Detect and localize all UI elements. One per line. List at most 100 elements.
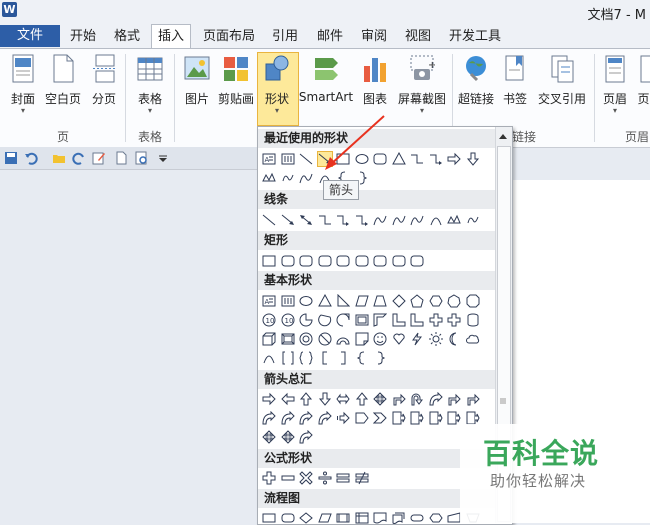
arrowline-shape-icon[interactable]: [316, 151, 333, 167]
cube-shape-icon[interactable]: [262, 332, 276, 346]
redo-icon[interactable]: [72, 151, 86, 165]
rrect-shape-icon[interactable]: [318, 254, 332, 268]
elbow-shape-icon[interactable]: [318, 213, 332, 227]
tab-insert[interactable]: 插入: [151, 24, 192, 49]
dbrace-shape-icon[interactable]: [299, 351, 313, 365]
shapes-button[interactable]: 形状 ▾: [262, 54, 292, 115]
table-button[interactable]: 表格 ▾: [135, 54, 165, 115]
tri-shape-icon[interactable]: [391, 152, 406, 166]
rrect-shape-icon[interactable]: [299, 254, 313, 268]
chart-button[interactable]: 图表: [360, 54, 390, 112]
rrect-shape-icon[interactable]: [281, 254, 295, 268]
uarrow-shape-icon[interactable]: [299, 392, 313, 406]
bracket-shape-icon[interactable]: [318, 351, 332, 365]
divide-shape-icon[interactable]: [318, 471, 332, 485]
rbracket-shape-icon[interactable]: [336, 351, 350, 365]
rrect-shape-icon[interactable]: [410, 254, 424, 268]
quad-shape-icon[interactable]: [280, 430, 295, 444]
cloud-shape-icon[interactable]: [465, 332, 480, 346]
darr-shape-icon[interactable]: [466, 152, 480, 166]
curve-shape-icon[interactable]: [299, 171, 313, 185]
callout-shape-icon[interactable]: [447, 411, 461, 425]
dbracket-shape-icon[interactable]: [281, 351, 295, 365]
frame-shape-icon[interactable]: [355, 313, 369, 327]
lrarrow-shape-icon[interactable]: [336, 392, 350, 406]
hept-shape-icon[interactable]: [447, 294, 461, 308]
elbowarr-shape-icon[interactable]: [336, 213, 350, 227]
darrow-shape-icon[interactable]: [299, 213, 313, 227]
curve-shape-icon[interactable]: [373, 213, 387, 227]
darr-shape-icon[interactable]: [318, 392, 332, 406]
bent-shape-icon[interactable]: [392, 392, 406, 406]
curvedr-shape-icon[interactable]: [317, 411, 332, 425]
can-shape-icon[interactable]: [466, 313, 480, 327]
chord-shape-icon[interactable]: [317, 313, 332, 327]
smiley-shape-icon[interactable]: [373, 332, 387, 346]
vtext-shape-icon[interactable]: [281, 152, 295, 166]
oval-shape-icon[interactable]: [355, 152, 369, 166]
uarrow-shape-icon[interactable]: [355, 392, 369, 406]
curvedr-shape-icon[interactable]: [299, 411, 313, 425]
page-break-button[interactable]: 分页: [89, 54, 119, 112]
times-shape-icon[interactable]: [299, 471, 313, 485]
minus-shape-icon[interactable]: [281, 471, 295, 485]
blank-page-button[interactable]: 空白页: [43, 54, 83, 112]
moon-shape-icon[interactable]: [447, 332, 461, 346]
save-icon[interactable]: [4, 151, 18, 165]
rect-shape-icon[interactable]: [336, 152, 350, 166]
scroll-up-icon[interactable]: [497, 130, 509, 142]
rbrace-shape-icon[interactable]: [373, 351, 387, 365]
plus-shape-icon[interactable]: [262, 471, 276, 485]
brace-shape-icon[interactable]: [355, 351, 369, 365]
smartart-button[interactable]: SmartArt: [298, 54, 354, 112]
picture-button[interactable]: 图片: [182, 54, 212, 112]
scribble-shape-icon[interactable]: [466, 213, 480, 227]
curvedr-shape-icon[interactable]: [428, 392, 443, 406]
freeform-shape-icon[interactable]: [262, 171, 276, 185]
tab-view[interactable]: 视图: [405, 24, 431, 48]
rrect-shape-icon[interactable]: [336, 254, 350, 268]
tab-references[interactable]: 引用: [272, 24, 298, 48]
hyperlink-button[interactable]: 超链接: [456, 54, 496, 112]
text-shape-icon[interactable]: A: [262, 152, 276, 166]
arc-shape-icon[interactable]: [262, 351, 276, 365]
curvedr-shape-icon[interactable]: [262, 411, 276, 425]
oval-shape-icon[interactable]: [299, 294, 313, 308]
callout-shape-icon[interactable]: [410, 411, 424, 425]
hex-shape-icon[interactable]: [428, 294, 443, 308]
plus-shape-icon[interactable]: [429, 313, 443, 327]
header-button[interactable]: 页眉 ▾: [601, 54, 629, 115]
curvedr-shape-icon[interactable]: [299, 430, 313, 444]
rrect-shape-icon[interactable]: [392, 254, 406, 268]
rtri-shape-icon[interactable]: [336, 294, 350, 308]
edit-icon[interactable]: [92, 151, 106, 165]
tab-review[interactable]: 审阅: [361, 24, 387, 48]
tab-home[interactable]: 开始: [70, 24, 96, 48]
cover-page-button[interactable]: 封面 ▾: [8, 54, 38, 115]
striped-shape-icon[interactable]: [336, 411, 350, 425]
chevron-shape-icon[interactable]: [373, 411, 387, 425]
print-preview-icon[interactable]: [134, 151, 148, 165]
elbowarr-shape-icon[interactable]: [429, 152, 443, 166]
text-shape-icon[interactable]: A: [262, 294, 276, 308]
curve-shape-icon[interactable]: [410, 213, 424, 227]
curve-shape-icon[interactable]: [392, 213, 406, 227]
scribble-shape-icon[interactable]: [281, 171, 295, 185]
donut-shape-icon[interactable]: [299, 332, 313, 346]
tab-file[interactable]: 文件: [0, 25, 60, 47]
customize-qat-icon[interactable]: [158, 151, 168, 165]
plus-shape-icon[interactable]: [447, 313, 461, 327]
halfframe-shape-icon[interactable]: [373, 313, 387, 327]
lshape-shape-icon[interactable]: [392, 313, 406, 327]
rect-shape-icon[interactable]: [262, 254, 276, 268]
fold-shape-icon[interactable]: [355, 332, 369, 346]
para-shape-icon[interactable]: [354, 294, 369, 308]
oct-shape-icon[interactable]: [466, 294, 480, 308]
tab-mailings[interactable]: 邮件: [317, 24, 343, 48]
curvedr-shape-icon[interactable]: [280, 411, 295, 425]
line-shape-icon[interactable]: [262, 213, 276, 227]
rrect-shape-icon[interactable]: [373, 254, 387, 268]
line-shape-icon[interactable]: [299, 152, 313, 166]
notequal-shape-icon[interactable]: [355, 471, 369, 485]
pent-shape-icon[interactable]: [410, 294, 424, 308]
